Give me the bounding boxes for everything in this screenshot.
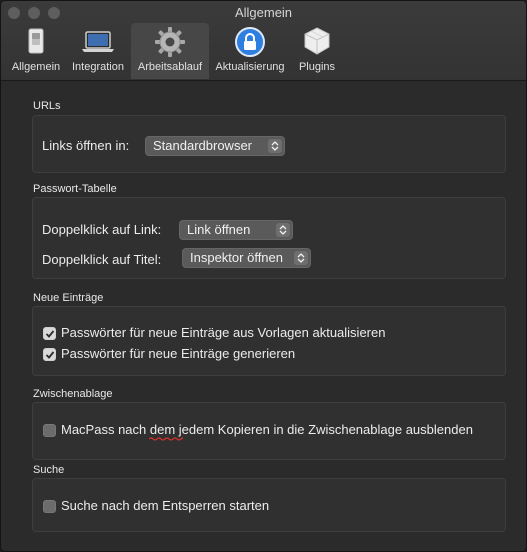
preferences-content: URLs Links öffnen in: Standardbrowser Pa…: [1, 81, 526, 551]
section-title-search: Suche: [33, 464, 65, 476]
spellcheck-underline: [149, 437, 183, 441]
tab-label: Arbeitsablauf: [137, 61, 203, 73]
tab-label: Plugins: [298, 61, 336, 73]
puzzle-box-icon: [302, 26, 332, 61]
switch-icon: [21, 26, 51, 61]
window-title: Allgemein: [234, 5, 293, 20]
doubleclick-link-label: Doppelklick auf Link:: [42, 222, 162, 237]
lock-update-icon: [234, 26, 266, 63]
section-title-clipboard: Zwischenablage: [33, 388, 113, 400]
update-passwords-from-templates-label: Passwörter für neue Einträge aus Vorlage…: [61, 325, 386, 340]
password-table-group-box: Doppelklick auf Link: Link öffnen Doppel…: [32, 197, 506, 279]
clipboard-group-box: MacPass nach dem jedem Kopieren in die Z…: [32, 402, 506, 460]
doubleclick-title-popup[interactable]: Inspektor öffnen: [182, 248, 311, 268]
links-open-in-popup[interactable]: Standardbrowser: [145, 136, 285, 156]
urls-group-box: Links öffnen in: Standardbrowser: [32, 115, 506, 173]
chevron-updown-icon: [276, 223, 290, 237]
search-after-unlock-checkbox[interactable]: [43, 500, 56, 513]
tab-plugins[interactable]: Plugins: [293, 23, 341, 79]
doubleclick-link-popup[interactable]: Link öffnen: [179, 220, 293, 240]
links-open-in-label: Links öffnen in:: [42, 138, 130, 153]
hide-after-copy-checkbox[interactable]: [43, 424, 56, 437]
doubleclick-title-label: Doppelklick auf Titel:: [42, 252, 162, 267]
generate-passwords-checkbox[interactable]: [43, 348, 56, 361]
preferences-window: Allgemein Allgemein Integration Arbeitsa…: [0, 0, 527, 552]
popup-value: Standardbrowser: [153, 138, 252, 153]
tab-allgemein[interactable]: Allgemein: [7, 23, 65, 79]
section-title-new-entries: Neue Einträge: [33, 292, 104, 304]
hide-after-copy-label: MacPass nach dem jedem Kopieren in die Z…: [61, 422, 473, 437]
popup-value: Inspektor öffnen: [190, 250, 283, 265]
toolbar: Allgemein Allgemein Integration Arbeitsa…: [1, 1, 526, 81]
tab-aktualisierung[interactable]: Aktualisierung: [211, 23, 289, 79]
new-entries-group-box: Passwörter für neue Einträge aus Vorlage…: [32, 306, 506, 376]
laptop-icon: [80, 26, 116, 61]
chevron-updown-icon: [294, 251, 308, 265]
tab-label: Allgemein: [11, 61, 61, 73]
tab-label: Aktualisierung: [215, 61, 285, 73]
section-title-urls: URLs: [33, 100, 61, 112]
section-title-password-table: Passwort-Tabelle: [33, 183, 117, 195]
gear-icon: [154, 26, 186, 63]
chevron-updown-icon: [268, 139, 282, 153]
popup-value: Link öffnen: [187, 222, 251, 237]
tab-integration[interactable]: Integration: [67, 23, 129, 79]
generate-passwords-label: Passwörter für neue Einträge generieren: [61, 346, 296, 361]
tab-arbeitsablauf[interactable]: Arbeitsablauf: [131, 23, 209, 79]
search-group-box: Suche nach dem Entsperren starten: [32, 478, 506, 532]
search-after-unlock-label: Suche nach dem Entsperren starten: [61, 498, 270, 513]
update-passwords-from-templates-checkbox[interactable]: [43, 327, 56, 340]
tab-label: Integration: [72, 61, 124, 73]
